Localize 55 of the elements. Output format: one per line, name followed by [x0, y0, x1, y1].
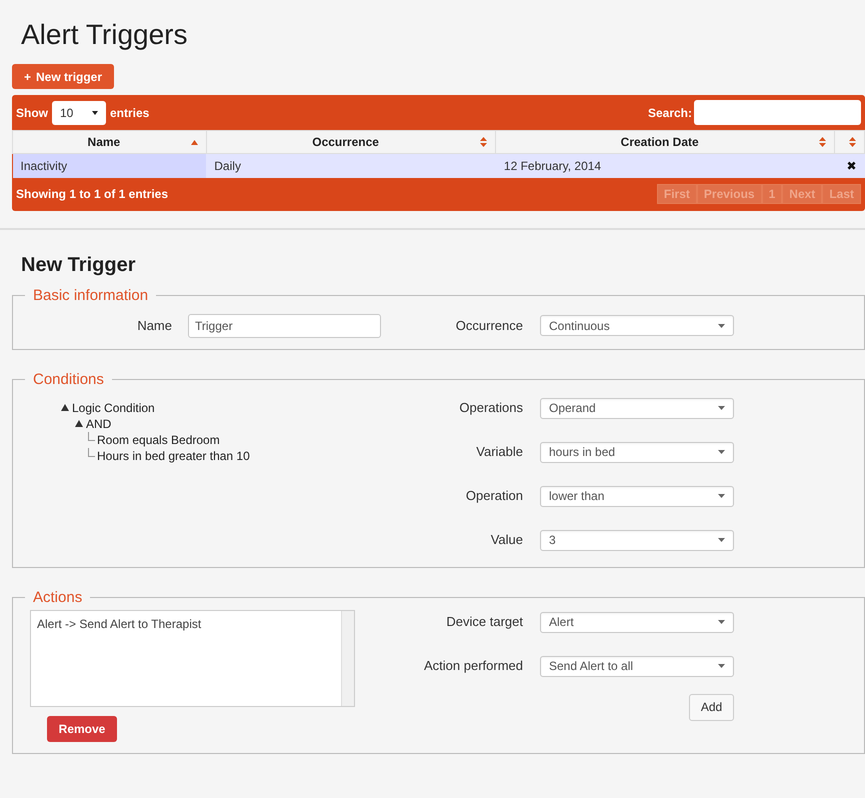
expanded-node-icon[interactable]: [60, 403, 70, 412]
field-label: Action performed: [423, 657, 523, 676]
list-item[interactable]: Alert -> Send Alert to Therapist: [37, 614, 335, 632]
table-row[interactable]: Inactivity Daily 12 February, 2014 ✖: [12, 154, 864, 178]
field-label: Operation: [464, 487, 523, 506]
page-size-select[interactable]: 10: [52, 100, 106, 124]
add-button[interactable]: Add: [689, 694, 734, 720]
delete-button[interactable]: ✖: [846, 158, 856, 173]
entries-label: entries: [110, 104, 150, 122]
show-label: Show: [16, 104, 48, 122]
caret-icon: [718, 494, 725, 498]
field-label: Name: [136, 316, 172, 335]
tree-item[interactable]: Room equals Bedroom: [97, 430, 220, 448]
dropdown-field[interactable]: Operand: [540, 398, 734, 418]
table-cell: Daily: [206, 154, 496, 178]
caret-icon: [718, 538, 725, 542]
page-title: Alert Triggers: [21, 18, 188, 52]
caret-icon: [718, 664, 725, 668]
tree-item[interactable]: AND: [86, 414, 112, 432]
caret-icon: [718, 450, 725, 454]
search-label: Search:: [648, 104, 692, 122]
table-cell: 12 February, 2014: [496, 154, 834, 178]
tree-item[interactable]: Hours in bed greater than 10: [97, 446, 250, 464]
remove-button[interactable]: Remove: [47, 716, 117, 742]
dropdown-field[interactable]: Send Alert to all: [540, 656, 734, 676]
dropdown-field[interactable]: Alert: [540, 612, 734, 632]
column-header[interactable]: [834, 130, 864, 154]
field-label: Value: [490, 531, 523, 550]
field-label: Operations: [458, 399, 523, 418]
dropdown-field[interactable]: lower than: [540, 486, 734, 506]
caret-icon: [92, 110, 98, 114]
tree-item[interactable]: Logic Condition: [72, 398, 155, 416]
dropdown-field[interactable]: Continuous: [540, 315, 734, 336]
section-legend: Actions: [33, 588, 82, 606]
form-title: New Trigger: [21, 252, 136, 278]
new-trigger-button[interactable]: + New trigger: [12, 64, 114, 89]
search-field[interactable]: [694, 100, 861, 125]
section-legend: Conditions: [33, 370, 104, 388]
column-header[interactable]: Occurrence: [206, 130, 496, 154]
field-label: Variable: [475, 443, 523, 462]
caret-icon: [718, 620, 725, 624]
dropdown-field[interactable]: 3: [540, 530, 734, 550]
caret-icon: [718, 406, 725, 410]
table-info: Showing 1 to 1 of 1 entries: [16, 186, 168, 203]
caret-icon: [718, 324, 725, 328]
field-label: Occurrence: [454, 316, 523, 335]
expanded-node-icon[interactable]: [74, 419, 84, 428]
column-header[interactable]: Creation Date: [496, 130, 834, 154]
dropdown-field[interactable]: hours in bed: [540, 442, 734, 462]
table-cell: Inactivity: [12, 154, 206, 178]
column-header[interactable]: Name: [12, 130, 206, 154]
field-label: Device target: [445, 613, 523, 632]
name-field[interactable]: Trigger: [188, 314, 381, 338]
section-legend: Basic information: [33, 286, 148, 304]
actions-list[interactable]: Alert -> Send Alert to Therapist: [30, 610, 355, 706]
